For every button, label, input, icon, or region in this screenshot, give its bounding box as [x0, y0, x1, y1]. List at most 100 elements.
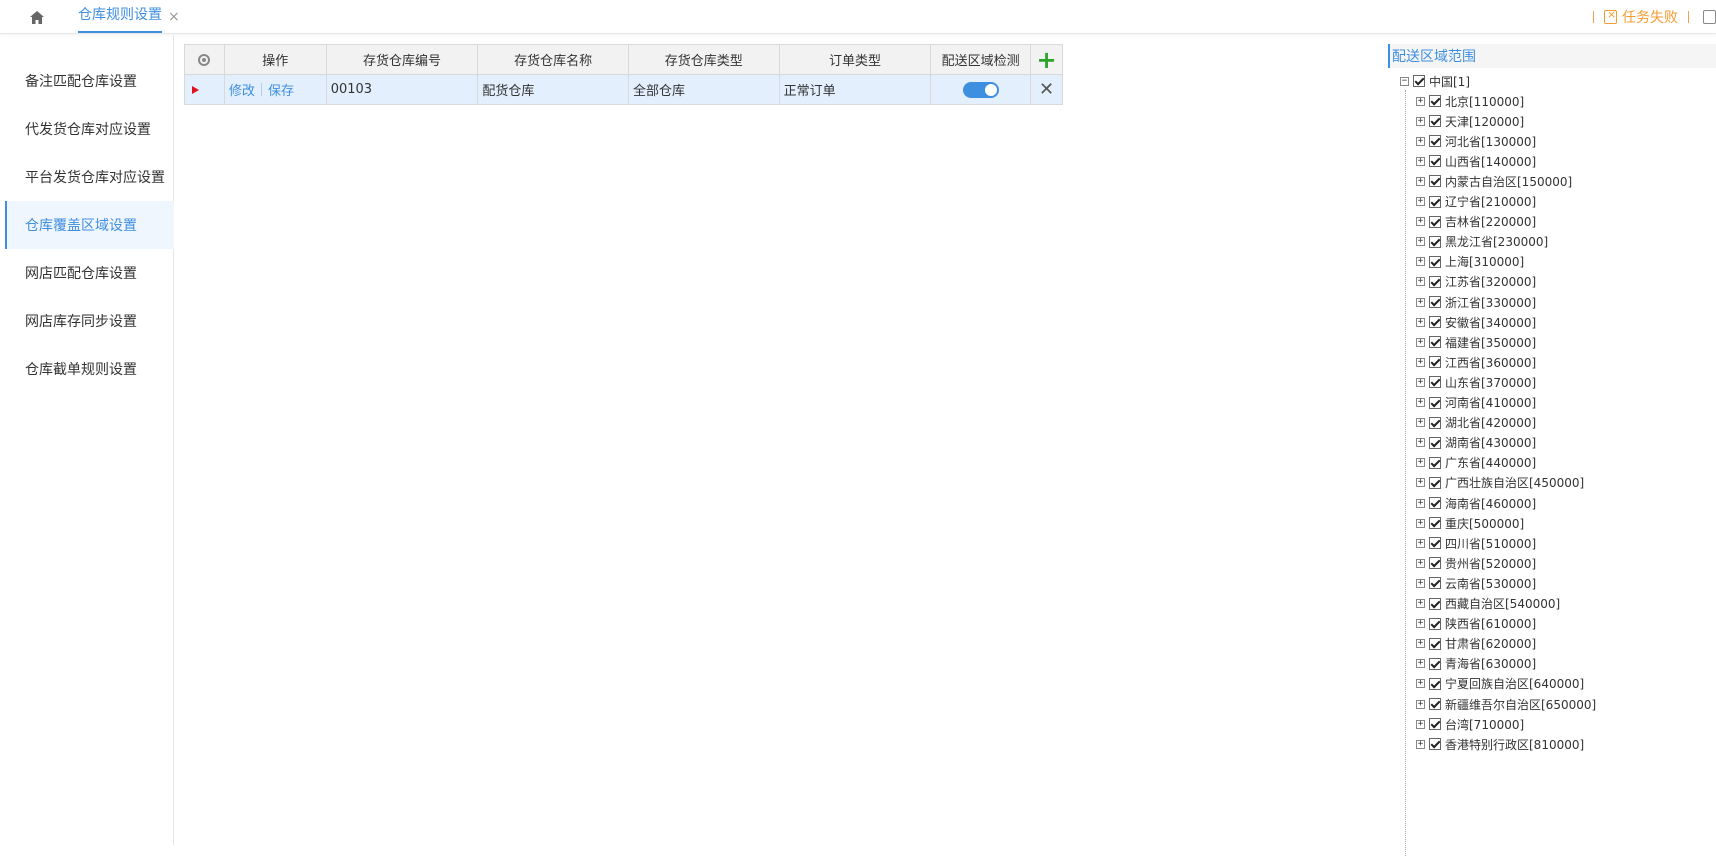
- delivery-check-toggle[interactable]: [962, 81, 999, 98]
- sidebar-item-cutoff-rules[interactable]: 仓库截单规则设置: [5, 345, 174, 393]
- expand-icon[interactable]: +: [1416, 377, 1425, 387]
- tree-node[interactable]: + 香港特别行政区[810000]: [1416, 735, 1584, 753]
- checkbox[interactable]: [1429, 497, 1441, 509]
- checkbox[interactable]: [1413, 75, 1425, 87]
- tree-node[interactable]: + 吉林省[220000]: [1416, 213, 1536, 231]
- checkbox[interactable]: [1429, 436, 1441, 449]
- tree-node[interactable]: + 湖北省[420000]: [1416, 414, 1536, 432]
- expand-icon[interactable]: +: [1416, 558, 1425, 568]
- tree-node-label[interactable]: 北京[110000]: [1445, 93, 1524, 110]
- expand-icon[interactable]: +: [1416, 197, 1425, 206]
- tree-node-label[interactable]: 新疆维吾尔自治区[650000]: [1445, 696, 1596, 713]
- tree-node-label[interactable]: 广西壮族自治区[450000]: [1445, 474, 1584, 491]
- tree-node[interactable]: + 西藏自治区[540000]: [1416, 595, 1560, 613]
- checkbox[interactable]: [1429, 275, 1441, 288]
- expand-icon[interactable]: +: [1416, 739, 1425, 749]
- warehouse-name-cell[interactable]: 配货仓库: [478, 75, 629, 104]
- expand-icon[interactable]: +: [1416, 518, 1425, 528]
- tree-node[interactable]: + 陕西省[610000]: [1416, 615, 1536, 633]
- tree-node-label[interactable]: 甘肃省[620000]: [1445, 635, 1536, 652]
- tab-warehouse-rules[interactable]: 仓库规则设置 ×: [78, 0, 180, 34]
- checkbox[interactable]: [1429, 135, 1441, 148]
- expand-icon[interactable]: +: [1416, 619, 1425, 629]
- sidebar-item-store-match[interactable]: 网店匹配仓库设置: [5, 249, 174, 297]
- checkbox[interactable]: [1429, 296, 1441, 308]
- expand-icon[interactable]: +: [1416, 679, 1425, 689]
- tree-node-label[interactable]: 吉林省[220000]: [1445, 213, 1536, 230]
- order-type-cell[interactable]: 正常订单: [780, 75, 932, 104]
- warehouse-code-cell[interactable]: 00103: [327, 75, 479, 104]
- sidebar-item-remark-match[interactable]: 备注匹配仓库设置: [5, 57, 174, 105]
- expand-icon[interactable]: +: [1416, 357, 1425, 367]
- expand-icon[interactable]: +: [1416, 599, 1425, 608]
- checkbox[interactable]: [1429, 456, 1441, 469]
- tree-node[interactable]: + 湖南省[430000]: [1416, 434, 1536, 452]
- expand-icon[interactable]: +: [1416, 498, 1425, 508]
- edit-link[interactable]: 修改: [229, 80, 255, 99]
- table-row[interactable]: 修改 保存 00103 配货仓库 全部仓库 正常订单 ✕: [185, 75, 1062, 104]
- checkbox[interactable]: [1429, 336, 1441, 349]
- expand-icon[interactable]: +: [1416, 237, 1425, 247]
- expand-icon[interactable]: +: [1416, 699, 1425, 709]
- tree-node[interactable]: + 云南省[530000]: [1416, 574, 1536, 592]
- tree-node[interactable]: + 安徽省[340000]: [1416, 313, 1536, 331]
- column-header[interactable]: 存货仓库编号: [327, 45, 479, 74]
- tree-node[interactable]: + 台湾[710000]: [1416, 715, 1524, 733]
- tree-node-root[interactable]: − 中国[1]: [1400, 72, 1470, 90]
- tree-node-label[interactable]: 山西省[140000]: [1445, 153, 1536, 170]
- checkbox[interactable]: [1429, 718, 1441, 731]
- tree-node[interactable]: + 广东省[440000]: [1416, 454, 1536, 472]
- tree-node-label[interactable]: 福建省[350000]: [1445, 334, 1536, 351]
- checkbox[interactable]: [1429, 175, 1441, 188]
- tree-node-label[interactable]: 重庆[500000]: [1445, 515, 1524, 532]
- tree-node-label[interactable]: 黑龙江省[230000]: [1445, 233, 1548, 250]
- checkbox[interactable]: [1429, 557, 1441, 570]
- expand-icon[interactable]: +: [1416, 659, 1425, 669]
- tree-node[interactable]: + 辽宁省[210000]: [1416, 193, 1536, 211]
- column-settings-button[interactable]: [185, 45, 225, 74]
- tree-node[interactable]: + 四川省[510000]: [1416, 534, 1536, 552]
- collapse-icon[interactable]: −: [1400, 76, 1409, 86]
- tree-node-label[interactable]: 山东省[370000]: [1445, 374, 1536, 391]
- tree-node[interactable]: + 宁夏回族自治区[640000]: [1416, 675, 1584, 693]
- tree-node[interactable]: + 重庆[500000]: [1416, 514, 1524, 532]
- sidebar-item-platform-ship[interactable]: 平台发货仓库对应设置: [5, 153, 174, 201]
- checkbox[interactable]: [1429, 738, 1441, 751]
- tree-node-label[interactable]: 浙江省[330000]: [1445, 294, 1536, 311]
- tree-node-label[interactable]: 青海省[630000]: [1445, 655, 1536, 672]
- expand-icon[interactable]: +: [1416, 337, 1425, 347]
- tree-node-label[interactable]: 湖南省[430000]: [1445, 434, 1536, 451]
- checkbox[interactable]: [1429, 637, 1441, 650]
- tree-node-label[interactable]: 安徽省[340000]: [1445, 314, 1536, 331]
- tree-node-label[interactable]: 辽宁省[210000]: [1445, 193, 1536, 210]
- expand-icon[interactable]: +: [1416, 156, 1425, 166]
- tree-node-label[interactable]: 天津[120000]: [1445, 113, 1524, 130]
- sidebar-item-dropship[interactable]: 代发货仓库对应设置: [5, 105, 174, 153]
- tree-node[interactable]: + 山东省[370000]: [1416, 373, 1536, 391]
- checkbox[interactable]: [1429, 617, 1441, 630]
- tree-node[interactable]: + 北京[110000]: [1416, 92, 1524, 110]
- sidebar-item-coverage-area[interactable]: 仓库覆盖区域设置: [5, 201, 174, 249]
- tree-node-label[interactable]: 河北省[130000]: [1445, 133, 1536, 150]
- expand-icon[interactable]: +: [1416, 96, 1425, 106]
- task-fail-button[interactable]: 任务失败: [1604, 7, 1678, 27]
- tree-node[interactable]: + 山西省[140000]: [1416, 152, 1536, 170]
- tree-node[interactable]: + 黑龙江省[230000]: [1416, 233, 1548, 251]
- tree-node[interactable]: + 江西省[360000]: [1416, 353, 1536, 371]
- expand-icon[interactable]: +: [1416, 578, 1425, 588]
- expand-icon[interactable]: +: [1416, 719, 1425, 729]
- tab-label[interactable]: 仓库规则设置: [78, 1, 162, 33]
- tree-node-label[interactable]: 台湾[710000]: [1445, 716, 1524, 733]
- checkbox[interactable]: [1429, 577, 1441, 590]
- checkbox[interactable]: [1429, 698, 1441, 710]
- tree-node[interactable]: + 江苏省[320000]: [1416, 273, 1536, 291]
- sidebar-item-stock-sync[interactable]: 网店库存同步设置: [5, 297, 174, 345]
- checkbox[interactable]: [1429, 255, 1441, 268]
- checkbox[interactable]: [1429, 235, 1441, 248]
- expand-icon[interactable]: +: [1416, 398, 1425, 407]
- expand-icon[interactable]: +: [1416, 176, 1425, 186]
- tree-node[interactable]: + 河南省[410000]: [1416, 394, 1536, 412]
- expand-icon[interactable]: +: [1416, 277, 1425, 287]
- checkbox[interactable]: [1429, 396, 1441, 409]
- tree-node-label[interactable]: 四川省[510000]: [1445, 535, 1536, 552]
